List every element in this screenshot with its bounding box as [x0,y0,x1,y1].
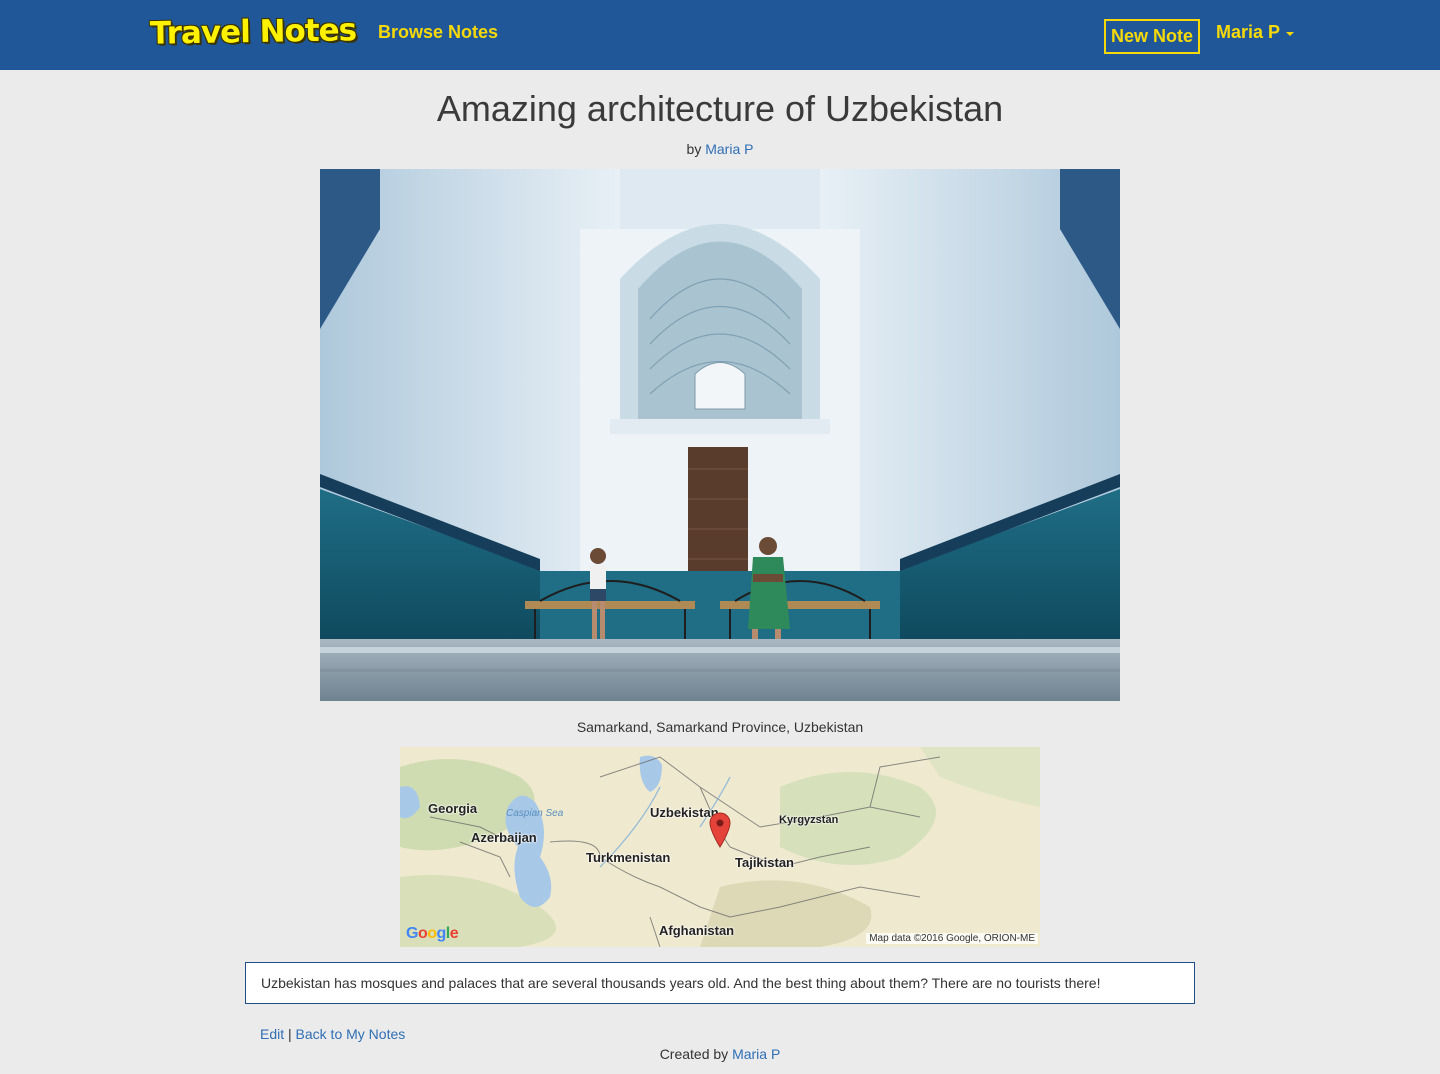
map-attribution[interactable]: Map data ©2016 Google, ORION-ME [866,933,1038,944]
author-link[interactable]: Maria P [705,141,753,157]
map-label-turkmenistan: Turkmenistan [586,850,671,865]
browse-notes-link[interactable]: Browse Notes [378,22,498,43]
new-note-button[interactable]: New Note [1104,19,1200,54]
footer-prefix: Created by [659,1046,729,1062]
back-to-my-notes-link[interactable]: Back to My Notes [296,1026,406,1042]
google-logo[interactable]: Google [406,925,459,943]
note-photo [320,169,1120,701]
actions-separator: | [288,1026,292,1042]
map-label-azerbaijan: Azerbaijan [471,830,537,845]
user-menu-dropdown[interactable]: Maria P [1216,22,1295,43]
footer-author-link[interactable]: Maria P [732,1046,780,1062]
note-actions: Edit | Back to My Notes [260,1026,405,1042]
map-label-afghanistan: Afghanistan [659,923,735,938]
note-location: Samarkand, Samarkand Province, Uzbekista… [576,719,864,735]
edit-link[interactable]: Edit [260,1026,284,1042]
map-marker-icon[interactable] [709,812,731,848]
note-description: Uzbekistan has mosques and palaces that … [245,962,1195,1004]
note-title: Amazing architecture of Uzbekistan [436,88,1004,129]
map-label-tajikistan: Tajikistan [735,855,795,870]
user-menu-label: Maria P [1216,22,1281,42]
brand-logo[interactable]: Travel Notes [150,8,357,60]
footer: Created by Maria P [0,1046,1440,1062]
map-label-caspian: Caspian Sea [506,808,564,819]
caret-down-icon [1286,31,1295,36]
top-navbar: Travel Notes Browse Notes New Note Maria… [0,0,1440,70]
byline-prefix: by [686,141,702,157]
note-byline: by Maria P [0,141,1440,157]
map-label-georgia: Georgia [428,801,478,816]
map-label-kyrgyzstan: Kyrgyzstan [779,814,839,826]
